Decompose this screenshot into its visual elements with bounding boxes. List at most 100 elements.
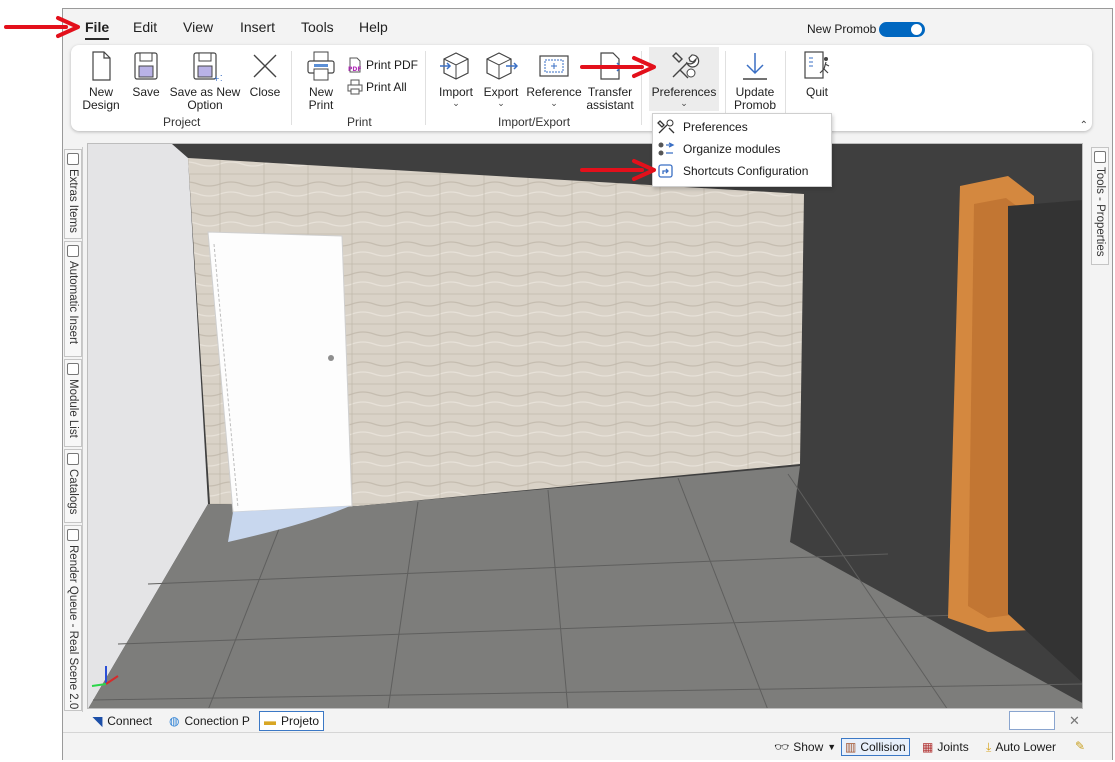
close-label: Close xyxy=(249,85,281,99)
collision-toggle[interactable]: ▥ Collision xyxy=(841,738,910,756)
menu-help[interactable]: Help xyxy=(359,19,388,35)
printer-icon xyxy=(307,51,335,81)
catalog-icon xyxy=(67,453,79,465)
reference-button[interactable]: Reference ⌄ xyxy=(525,49,583,108)
print-all-icon xyxy=(347,79,363,95)
status-bar: 👓︎ Show ▼ ▥ Collision ▦ Joints ⤓ Auto Lo… xyxy=(63,732,1112,760)
zoom-preview-box[interactable] xyxy=(1009,711,1055,730)
tab-label: Module List xyxy=(67,379,79,438)
save-icon xyxy=(134,52,158,80)
group-project-label: Project xyxy=(163,115,201,129)
tab-extras-items[interactable]: Extras Items xyxy=(64,149,82,239)
save-button[interactable]: Save xyxy=(129,49,163,99)
new-promob-toggle[interactable] xyxy=(879,22,925,37)
globe-icon: ◍ xyxy=(169,714,180,728)
new-document-icon xyxy=(92,51,111,81)
3d-viewport[interactable] xyxy=(87,143,1083,709)
print-all-button[interactable]: Print All xyxy=(347,79,407,95)
close-button[interactable]: Close xyxy=(247,49,283,99)
quit-button[interactable]: Quit xyxy=(797,49,837,99)
dropdown-item-label: Preferences xyxy=(683,120,748,134)
chevron-down-icon: ⌄ xyxy=(452,98,460,108)
group-separator xyxy=(291,51,292,125)
show-label: Show xyxy=(793,740,824,754)
render-queue-icon xyxy=(67,529,79,541)
room-scene xyxy=(88,144,1082,708)
chevron-down-icon: ⌄ xyxy=(497,98,505,108)
white-door xyxy=(207,231,353,513)
tab-catalogs[interactable]: Catalogs xyxy=(64,449,82,523)
transfer-assistant-label: Transfer assistant xyxy=(586,85,634,112)
auto-lower-label: Auto Lower xyxy=(995,740,1057,754)
auto-lower-icon: ⤓ xyxy=(986,739,992,754)
save-label: Save xyxy=(132,85,160,99)
tab-label: Extras Items xyxy=(67,169,79,233)
close-icon xyxy=(253,54,277,78)
preferences-label: Preferences xyxy=(651,85,717,99)
svg-text:+1: +1 xyxy=(213,74,222,83)
print-all-label: Print All xyxy=(366,80,407,94)
dropdown-item-shortcuts-configuration[interactable]: Shortcuts Configuration xyxy=(653,160,831,182)
tab-tools-properties[interactable]: Tools - Properties xyxy=(1091,147,1109,265)
import-cube-icon xyxy=(440,52,469,80)
auto-lower-toggle[interactable]: ⤓ Auto Lower xyxy=(983,738,1059,756)
show-dropdown[interactable]: 👓︎ Show ▼ xyxy=(771,738,839,756)
save-as-new-option-button[interactable]: +1 Save as New Option xyxy=(169,49,241,112)
chevron-down-icon: ⌄ xyxy=(550,98,558,108)
doc-tab-connect[interactable]: ◥ Connect xyxy=(89,711,156,731)
dropdown-item-organize-modules[interactable]: Organize modules xyxy=(653,138,831,160)
quit-label: Quit xyxy=(805,85,828,99)
dropdown-item-label: Organize modules xyxy=(683,142,781,156)
print-pdf-button[interactable]: PDF Print PDF xyxy=(347,57,418,73)
menu-tools[interactable]: Tools xyxy=(301,19,334,35)
dropdown-item-preferences[interactable]: Preferences xyxy=(653,116,831,138)
door-handle xyxy=(328,355,334,361)
export-button[interactable]: Export ⌄ xyxy=(481,49,521,108)
annotation-arrow-preferences xyxy=(580,56,656,78)
new-print-button[interactable]: New Print xyxy=(304,49,338,112)
annotation-arrow-shortcuts xyxy=(580,159,656,181)
svg-text:PDF: PDF xyxy=(348,66,361,73)
group-import-export-label: Import/Export xyxy=(498,115,571,129)
save-as-new-option-label: Save as New Option xyxy=(169,85,241,112)
folder-icon: ▬ xyxy=(264,714,276,728)
tools-icon xyxy=(1094,151,1106,163)
doc-tab-projeto[interactable]: ▬ Projeto xyxy=(259,711,325,731)
rss-icon: ◥ xyxy=(93,714,103,728)
toggle-knob xyxy=(911,24,922,35)
reference-label: Reference xyxy=(526,85,582,99)
doc-tab-label: Projeto xyxy=(281,714,320,728)
organize-modules-icon xyxy=(658,142,675,156)
update-promob-button[interactable]: Update Promob xyxy=(731,49,779,112)
tab-render-queue[interactable]: Render Queue - Real Scene 2.0 xyxy=(64,525,82,711)
joints-toggle[interactable]: ▦ Joints xyxy=(919,738,972,756)
joints-label: Joints xyxy=(937,740,969,754)
doc-tab-conection-p[interactable]: ◍ Conection P xyxy=(165,711,254,731)
chevron-down-icon: ⌄ xyxy=(680,98,688,108)
collision-label: Collision xyxy=(860,740,906,754)
door-opening xyxy=(1008,200,1082,683)
left-panel-tabs: Extras Items Automatic Insert Module Lis… xyxy=(63,147,83,712)
export-cube-icon xyxy=(486,52,518,80)
collapse-ribbon-icon[interactable]: ⌃ xyxy=(1080,120,1088,131)
new-design-button[interactable]: New Design xyxy=(81,49,121,112)
document-tab-bar: ◥ Connect ◍ Conection P ▬ Projeto ✕ xyxy=(85,710,1083,732)
module-list-icon xyxy=(67,363,79,375)
new-design-label: New Design xyxy=(82,85,120,112)
pdf-icon: PDF xyxy=(348,57,361,73)
tab-automatic-insert[interactable]: Automatic Insert xyxy=(64,241,82,357)
menu-insert[interactable]: Insert xyxy=(240,19,275,35)
dropdown-item-label: Shortcuts Configuration xyxy=(683,164,809,178)
menu-view[interactable]: View xyxy=(183,19,213,35)
tab-module-list[interactable]: Module List xyxy=(64,359,82,447)
download-icon xyxy=(743,53,767,80)
menu-edit[interactable]: Edit xyxy=(133,19,157,35)
tab-label: Render Queue - Real Scene 2.0 xyxy=(67,545,79,710)
chevron-down-icon: ▼ xyxy=(827,742,837,752)
import-button[interactable]: Import ⌄ xyxy=(435,49,477,108)
menu-file[interactable]: File xyxy=(85,19,110,40)
preferences-dropdown: Preferences Organize modules Shortcuts C… xyxy=(652,113,832,187)
collision-icon: ▥ xyxy=(845,740,857,754)
brush-icon[interactable]: ✎ xyxy=(1075,739,1085,753)
close-panel-icon[interactable]: ✕ xyxy=(1069,713,1080,729)
